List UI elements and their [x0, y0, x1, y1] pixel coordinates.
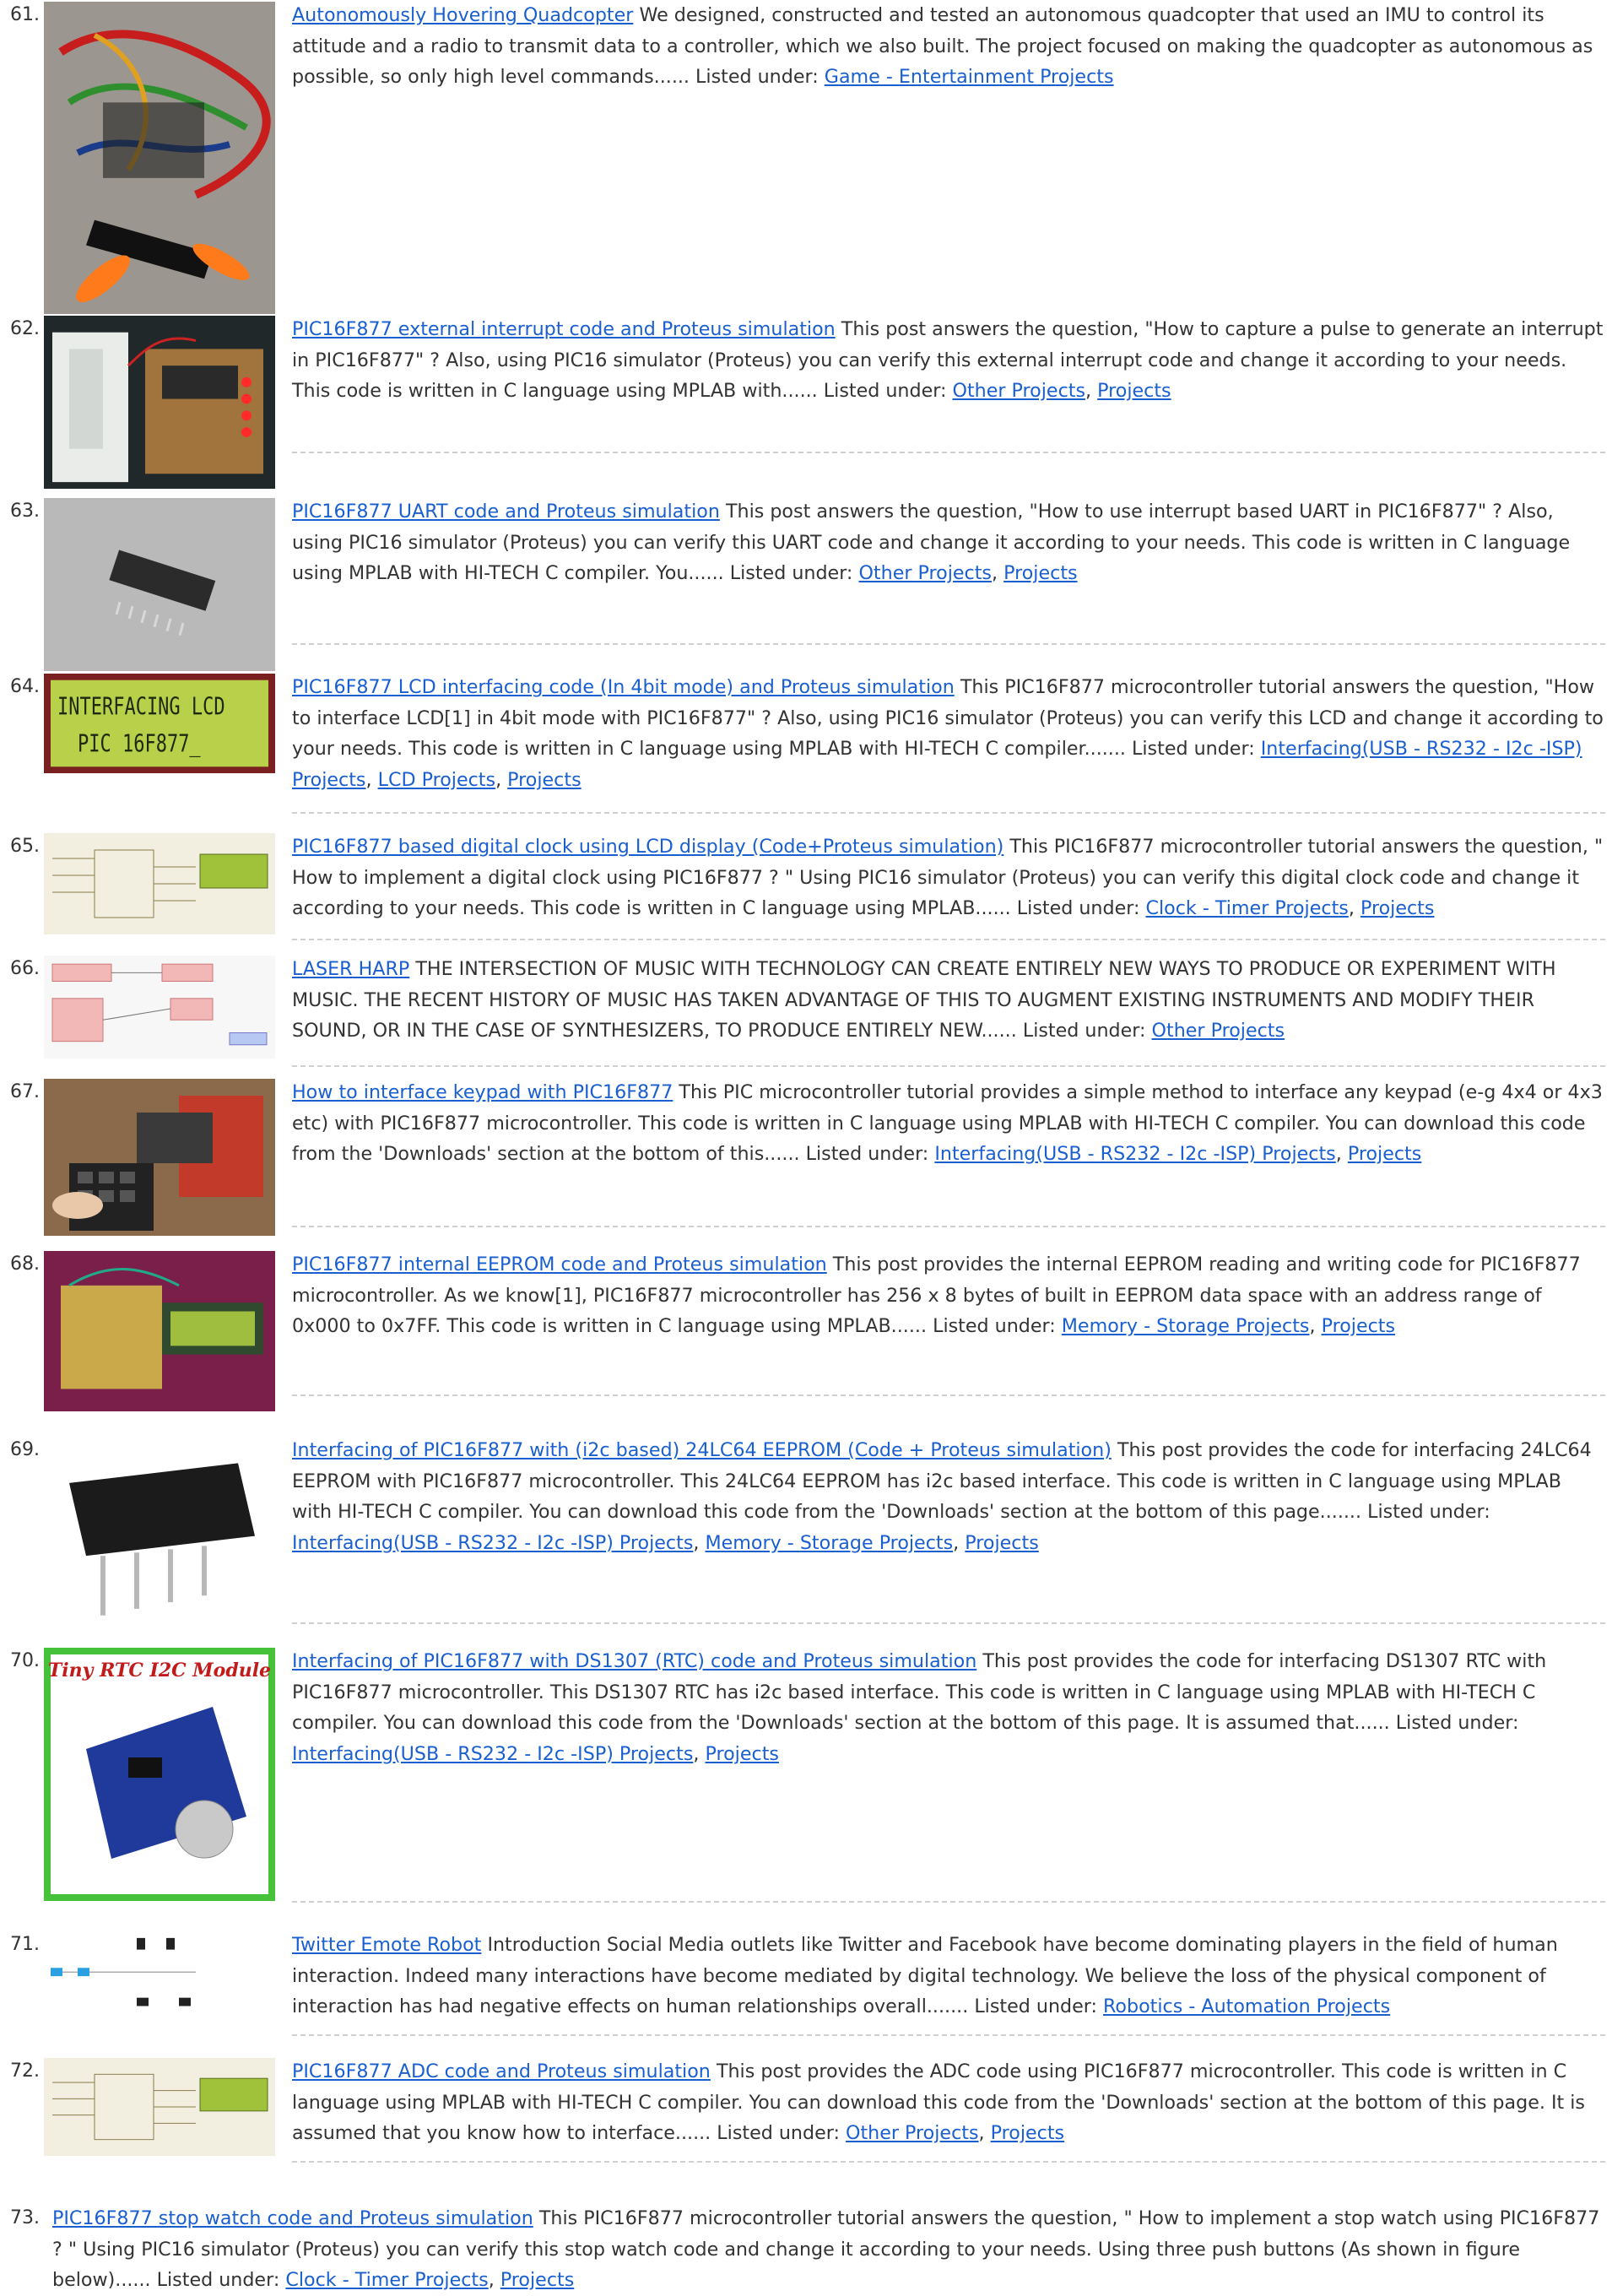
- project-thumbnail[interactable]: [44, 1079, 275, 1236]
- item-divider: [292, 452, 1605, 453]
- category-link[interactable]: Interfacing(USB - RS232 - I2c -ISP) Proj…: [292, 1743, 693, 1765]
- listed-under-label: Listed under:: [695, 66, 819, 88]
- category-link[interactable]: LCD Projects: [378, 769, 495, 791]
- item-text: LASER HARP THE INTERSECTION OF MUSIC WIT…: [292, 954, 1604, 1047]
- category-link[interactable]: Other Projects: [1152, 1020, 1285, 1042]
- item-divider: [292, 1622, 1605, 1624]
- item-divider: [292, 2034, 1605, 2036]
- listed-under-label: Listed under:: [1022, 1020, 1146, 1042]
- listed-under-label: Listed under:: [933, 1315, 1056, 1337]
- listed-under-label: Listed under:: [156, 2269, 280, 2291]
- item-text: Interfacing of PIC16F877 with (i2c based…: [292, 1439, 1592, 1554]
- category-link[interactable]: Projects: [1003, 562, 1077, 584]
- category-link[interactable]: Projects: [991, 2122, 1064, 2144]
- item-text: PIC16F877 based digital clock using LCD …: [292, 836, 1604, 919]
- category-link[interactable]: Clock - Timer Projects: [1146, 897, 1349, 919]
- lcd-line-1: INTERFACING LCD: [57, 693, 225, 720]
- project-title-link[interactable]: PIC16F877 internal EEPROM code and Prote…: [292, 1254, 827, 1275]
- category-link[interactable]: Projects: [1348, 1143, 1421, 1165]
- category-link[interactable]: Interfacing(USB - RS232 - I2c -ISP) Proj…: [292, 1532, 693, 1554]
- listed-under-label: Listed under:: [805, 1143, 929, 1165]
- listed-under-label: Listed under:: [1132, 738, 1255, 760]
- item-text: Interfacing of PIC16F877 with DS1307 (RT…: [292, 1650, 1547, 1765]
- category-link[interactable]: Projects: [1360, 897, 1434, 919]
- item-divider: [292, 1394, 1605, 1396]
- item-text: PIC16F877 ADC code and Proteus simulatio…: [292, 2060, 1585, 2144]
- project-thumbnail[interactable]: [44, 316, 275, 489]
- item-divider: [292, 1901, 1605, 1903]
- item-divider: [292, 939, 1605, 940]
- project-description: THE INTERSECTION OF MUSIC WITH TECHNOLOG…: [292, 958, 1556, 1042]
- project-title-link[interactable]: Twitter Emote Robot: [292, 1934, 481, 1956]
- lcd-line-2: PIC 16F877_: [78, 730, 201, 757]
- category-link[interactable]: Game - Entertainment Projects: [825, 66, 1114, 88]
- item-divider: [292, 643, 1605, 645]
- project-title-link[interactable]: How to interface keypad with PIC16F877: [292, 1081, 673, 1103]
- item-divider: [292, 2161, 1605, 2163]
- project-thumbnail[interactable]: [44, 956, 275, 1059]
- project-title-link[interactable]: PIC16F877 stop watch code and Proteus si…: [52, 2207, 533, 2229]
- item-divider: [292, 1226, 1605, 1227]
- project-thumbnail[interactable]: [44, 1437, 275, 1639]
- listed-under-label: Listed under:: [1016, 897, 1140, 919]
- project-title-link[interactable]: Interfacing of PIC16F877 with DS1307 (RT…: [292, 1650, 976, 1672]
- project-title-link[interactable]: PIC16F877 ADC code and Proteus simulatio…: [292, 2060, 711, 2082]
- item-text: How to interface keypad with PIC16F877 T…: [292, 1081, 1603, 1165]
- item-divider: [292, 1065, 1605, 1067]
- category-link[interactable]: Robotics - Automation Projects: [1103, 1995, 1390, 2017]
- category-link[interactable]: Projects: [965, 1532, 1038, 1554]
- listed-under-label: Listed under:: [717, 2122, 840, 2144]
- category-link[interactable]: Projects: [507, 769, 581, 791]
- item-text: PIC16F877 LCD interfacing code (In 4bit …: [292, 676, 1604, 791]
- category-link[interactable]: Projects: [1097, 380, 1171, 402]
- category-link[interactable]: Clock - Timer Projects: [285, 2269, 488, 2291]
- item-number: 73.: [10, 2207, 40, 2228]
- project-title-link[interactable]: PIC16F877 LCD interfacing code (In 4bit …: [292, 676, 955, 698]
- project-title-link[interactable]: PIC16F877 UART code and Proteus simulati…: [292, 501, 720, 523]
- item-text: PIC16F877 stop watch code and Proteus si…: [52, 2207, 1600, 2291]
- project-thumbnail[interactable]: INTERFACING LCD PIC 16F877_: [44, 674, 275, 773]
- item-text: Twitter Emote Robot Introduction Social …: [292, 1930, 1604, 2023]
- project-title-link[interactable]: Interfacing of PIC16F877 with (i2c based…: [292, 1439, 1112, 1461]
- item-text: PIC16F877 internal EEPROM code and Prote…: [292, 1254, 1581, 1337]
- listed-under-label: Listed under:: [1395, 1712, 1519, 1734]
- project-title-link[interactable]: PIC16F877 external interrupt code and Pr…: [292, 318, 836, 340]
- project-title-link[interactable]: Autonomously Hovering Quadcopter: [292, 4, 633, 26]
- listed-under-label: Listed under:: [974, 1995, 1097, 2017]
- category-link[interactable]: Memory - Storage Projects: [1062, 1315, 1310, 1337]
- listed-under-label: Listed under:: [1367, 1501, 1490, 1523]
- project-thumbnail[interactable]: [44, 2, 275, 314]
- category-link[interactable]: Other Projects: [953, 380, 1086, 402]
- listed-under-label: Listed under:: [729, 562, 853, 584]
- project-title-link[interactable]: PIC16F877 based digital clock using LCD …: [292, 836, 1003, 858]
- item-text: PIC16F877 external interrupt code and Pr…: [292, 318, 1604, 402]
- category-link[interactable]: Memory - Storage Projects: [705, 1532, 953, 1554]
- project-thumbnail[interactable]: [44, 498, 275, 671]
- project-thumbnail[interactable]: Tiny RTC I2C Module: [44, 1648, 275, 1901]
- item-divider: [292, 812, 1605, 814]
- project-thumbnail[interactable]: [44, 1251, 275, 1411]
- rtc-module-label: Tiny RTC I2C Module: [48, 1660, 271, 1681]
- project-list: 61. Autonomously Hovering Quadcopter We …: [0, 0, 1612, 2291]
- project-thumbnail[interactable]: [44, 833, 275, 934]
- item-text: Autonomously Hovering Quadcopter We desi…: [292, 0, 1604, 93]
- category-link[interactable]: Interfacing(USB - RS232 - I2c -ISP) Proj…: [934, 1143, 1335, 1165]
- category-link[interactable]: Projects: [1322, 1315, 1395, 1337]
- category-link[interactable]: Projects: [500, 2269, 574, 2291]
- project-title-link[interactable]: LASER HARP: [292, 958, 409, 980]
- category-link[interactable]: Projects: [705, 1743, 778, 1765]
- listed-under-label: Listed under:: [823, 380, 947, 402]
- project-thumbnail[interactable]: [44, 2058, 275, 2156]
- item-text: PIC16F877 UART code and Proteus simulati…: [292, 501, 1571, 584]
- category-link[interactable]: Other Projects: [858, 562, 992, 584]
- category-link[interactable]: Other Projects: [846, 2122, 979, 2144]
- project-thumbnail[interactable]: [44, 1931, 275, 2031]
